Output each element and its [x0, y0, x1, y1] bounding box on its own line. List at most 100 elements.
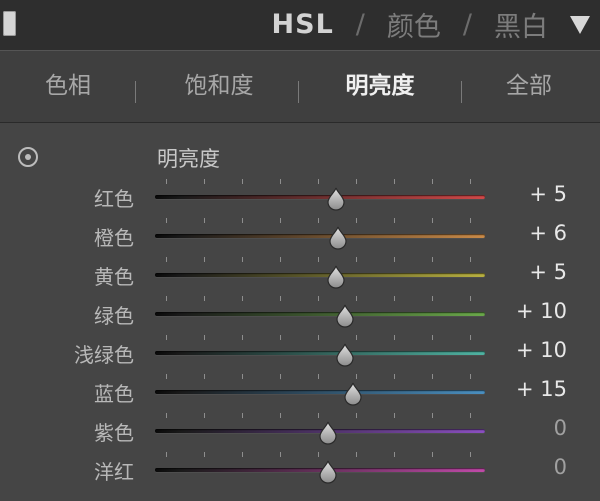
mode-bw[interactable]: 黑白 — [494, 5, 548, 44]
slider-label: 黄色 — [94, 265, 134, 289]
slider-tick — [470, 179, 471, 184]
slider-tick — [166, 413, 167, 418]
tab-hue[interactable]: 色相 — [40, 71, 96, 101]
slider-value[interactable]: 0 — [554, 416, 567, 440]
slider-ticks — [166, 179, 471, 185]
slider-label: 橙色 — [94, 226, 134, 250]
section-title: 明亮度 — [157, 147, 220, 171]
slider-label: 蓝色 — [94, 382, 134, 406]
panel-header: HSL / 颜色 / 黑白 — [0, 0, 600, 50]
slider-tick — [318, 257, 319, 262]
slider-value[interactable]: + 10 — [516, 338, 567, 362]
slider-tick — [394, 218, 395, 223]
slider-tick — [470, 413, 471, 418]
slider-thumb[interactable] — [341, 382, 365, 406]
slider-tick — [356, 296, 357, 301]
tab-saturation[interactable]: 饱和度 — [178, 71, 260, 101]
slider-tick — [356, 413, 357, 418]
slider-value[interactable]: + 10 — [516, 299, 567, 323]
slider-tick — [470, 374, 471, 379]
mode-switcher: HSL / 颜色 / 黑白 — [272, 4, 548, 44]
slider-tick — [318, 413, 319, 418]
slider-ticks — [166, 218, 471, 224]
mode-separator: / — [462, 8, 472, 40]
tab-luminance[interactable]: 明亮度 — [339, 71, 421, 101]
slider-value[interactable]: + 6 — [529, 221, 567, 245]
slider-ticks — [166, 296, 471, 302]
slider-tick — [394, 296, 395, 301]
slider-tick — [432, 452, 433, 457]
slider-track[interactable] — [155, 234, 485, 238]
slider-tick — [318, 452, 319, 457]
slider-thumb[interactable] — [316, 421, 340, 445]
slider-tick — [166, 335, 167, 340]
slider-tick — [166, 257, 167, 262]
slider-tick — [242, 374, 243, 379]
slider-tick — [318, 296, 319, 301]
slider-track[interactable] — [155, 312, 485, 316]
slider-ticks — [166, 452, 471, 458]
tab-all[interactable]: 全部 — [501, 71, 557, 101]
slider-tick — [204, 218, 205, 223]
slider-tick — [394, 413, 395, 418]
slider-value[interactable]: + 15 — [516, 377, 567, 401]
slider-thumb[interactable] — [333, 304, 357, 328]
slider-tick — [242, 179, 243, 184]
slider-tick — [242, 257, 243, 262]
slider-row: 红色 + 5 — [0, 179, 600, 212]
slider-tick — [470, 296, 471, 301]
slider-value[interactable]: + 5 — [529, 182, 567, 206]
slider-tick — [356, 374, 357, 379]
slider-tick — [280, 257, 281, 262]
mode-separator: / — [355, 8, 365, 40]
mode-hsl[interactable]: HSL — [272, 9, 334, 40]
slider-value[interactable]: + 5 — [529, 260, 567, 284]
mode-color[interactable]: 颜色 — [387, 5, 441, 44]
slider-thumb[interactable] — [333, 343, 357, 367]
slider-track[interactable] — [155, 351, 485, 355]
slider-thumb[interactable] — [316, 460, 340, 484]
slider-track[interactable] — [155, 390, 485, 394]
slider-row: 绿色 + 10 — [0, 296, 600, 329]
slider-track[interactable] — [155, 195, 485, 199]
slider-label: 洋红 — [94, 460, 134, 484]
slider-tick — [432, 374, 433, 379]
slider-label: 红色 — [94, 187, 134, 211]
slider-tick — [356, 218, 357, 223]
panel-switch-handle[interactable] — [3, 11, 16, 36]
slider-row: 紫色 0 — [0, 413, 600, 446]
slider-thumb[interactable] — [324, 265, 348, 289]
slider-track[interactable] — [155, 273, 485, 277]
slider-row: 橙色 + 6 — [0, 218, 600, 251]
target-adjust-icon[interactable] — [18, 147, 38, 167]
slider-ticks — [166, 374, 471, 380]
slider-ticks — [166, 335, 471, 341]
slider-tick — [242, 452, 243, 457]
slider-tick — [204, 296, 205, 301]
slider-tick — [470, 335, 471, 340]
slider-tick — [280, 218, 281, 223]
slider-tick — [204, 335, 205, 340]
slider-tick — [432, 179, 433, 184]
slider-tick — [280, 296, 281, 301]
slider-row: 黄色 + 5 — [0, 257, 600, 290]
slider-tick — [204, 179, 205, 184]
slider-tick — [470, 218, 471, 223]
triangle-down-icon[interactable] — [570, 16, 590, 34]
slider-tick — [394, 179, 395, 184]
slider-tick — [280, 374, 281, 379]
hsl-tabs: 色相 饱和度 明亮度 全部 — [0, 50, 600, 123]
slider-tick — [166, 452, 167, 457]
slider-tick — [318, 374, 319, 379]
slider-tick — [394, 335, 395, 340]
slider-row: 浅绿色 + 10 — [0, 335, 600, 368]
slider-tick — [356, 257, 357, 262]
slider-tick — [318, 335, 319, 340]
slider-tick — [432, 335, 433, 340]
slider-value[interactable]: 0 — [554, 455, 567, 479]
slider-thumb[interactable] — [326, 226, 350, 250]
slider-thumb[interactable] — [324, 187, 348, 211]
slider-ticks — [166, 257, 471, 263]
slider-tick — [394, 257, 395, 262]
slider-tick — [242, 218, 243, 223]
